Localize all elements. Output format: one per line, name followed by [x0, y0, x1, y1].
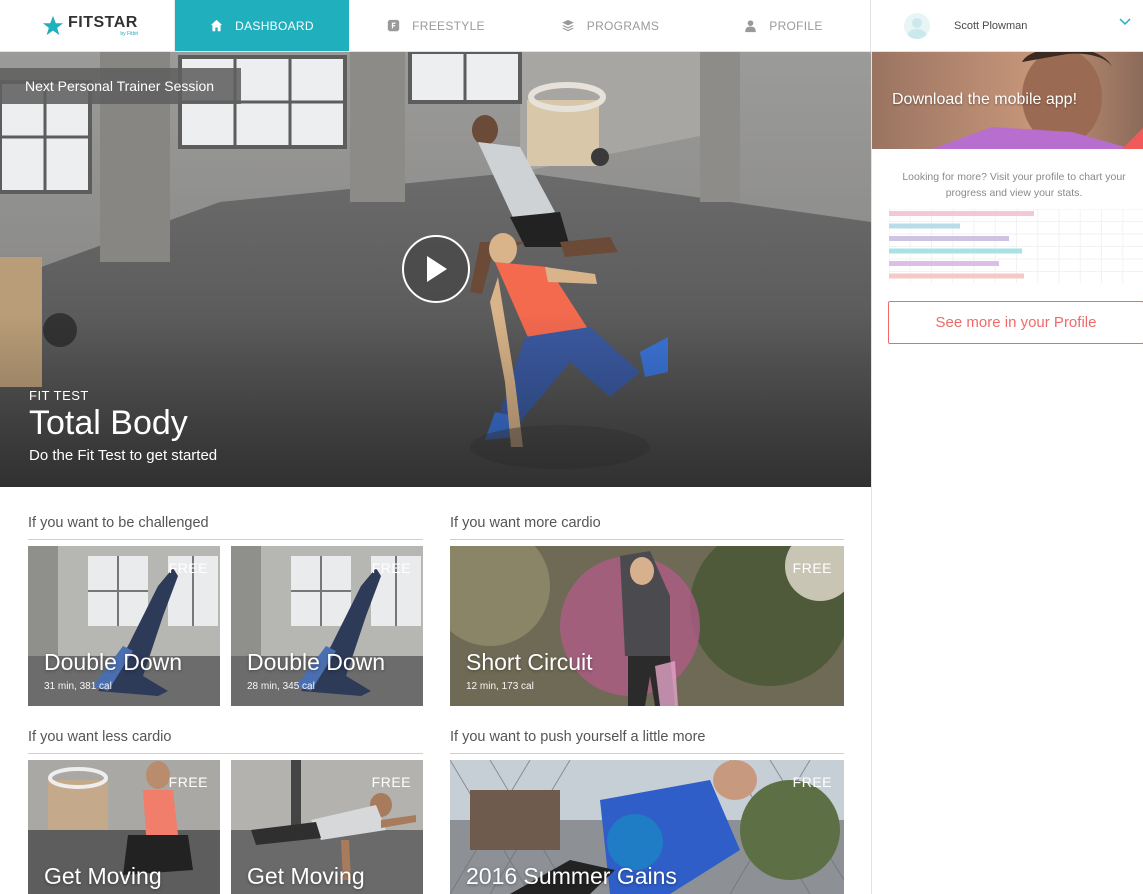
tab-dashboard[interactable]: DASHBOARD [175, 0, 349, 51]
workout-meta: 12 min, 173 cal [466, 681, 534, 692]
workout-card-summer-gains[interactable]: FREE 2016 Summer Gains [450, 760, 844, 894]
play-button[interactable] [402, 235, 470, 303]
tab-programs-label: PROGRAMS [586, 18, 660, 33]
free-badge: FREE [168, 560, 208, 576]
free-badge: FREE [371, 774, 411, 790]
section-divider [28, 753, 423, 754]
sidebar: Download the mobile app! Looking for mor… [871, 52, 1143, 894]
stats-bar [889, 261, 999, 266]
free-badge: FREE [168, 774, 208, 790]
freestyle-icon [387, 19, 400, 32]
workout-title: Double Down [247, 649, 386, 675]
see-more-profile-button[interactable]: See more in your Profile [888, 301, 1143, 344]
workout-meta: 28 min, 345 cal [247, 681, 315, 692]
workout-title: Short Circuit [466, 649, 593, 675]
brand-name: FITSTAR [68, 13, 138, 31]
tab-dashboard-label: DASHBOARD [235, 18, 314, 33]
section-title-push-more: If you want to push yourself a little mo… [450, 729, 706, 745]
fitstar-logo[interactable]: FITSTAR by Fitbit [0, 0, 175, 51]
tab-profile[interactable]: PROFILE [697, 0, 871, 51]
profile-hint-text: Looking for more? Visit your profile to … [902, 171, 1126, 199]
workout-meta: 31 min, 381 cal [44, 681, 112, 692]
tab-freestyle[interactable]: FREESTYLE [349, 0, 523, 51]
stats-bar [889, 223, 960, 229]
stats-bar [889, 211, 1034, 216]
section-title-more-cardio: If you want more cardio [450, 515, 601, 531]
workout-title: Get Moving [247, 863, 365, 889]
play-icon [427, 256, 447, 282]
workout-card-get-moving-2[interactable]: FREE Get Moving [231, 760, 423, 894]
home-icon [210, 19, 223, 32]
section-divider [28, 539, 423, 540]
star-logo-icon [42, 15, 64, 35]
workout-card-short-circuit[interactable]: FREE Short Circuit 12 min, 173 cal [450, 546, 844, 706]
free-badge: FREE [371, 560, 411, 576]
stats-bar [889, 248, 1022, 254]
section-divider [450, 539, 844, 540]
workout-title: Get Moving [44, 863, 162, 889]
stats-preview-chart [889, 209, 1143, 283]
tab-programs[interactable]: PROGRAMS [523, 0, 697, 51]
section-title-challenged: If you want to be challenged [28, 515, 209, 531]
section-divider [450, 753, 844, 754]
next-session-label[interactable]: Next Personal Trainer Session [0, 68, 241, 104]
brand-sub: by Fitbit [120, 30, 138, 37]
user-menu[interactable]: Scott Plowman [872, 0, 1143, 51]
stats-bar [889, 273, 1024, 279]
mobile-app-promo[interactable]: Download the mobile app! [872, 52, 1143, 149]
workout-title: 2016 Summer Gains [466, 863, 677, 889]
hero-eyebrow: FIT TEST [29, 388, 89, 403]
free-badge: FREE [792, 560, 832, 576]
tab-profile-label: PROFILE [769, 18, 823, 33]
chevron-down-icon[interactable] [1119, 18, 1131, 26]
hero-title: Total Body [29, 404, 188, 442]
workout-card-get-moving-1[interactable]: FREE Get Moving [28, 760, 220, 894]
person-icon [745, 19, 757, 32]
user-name: Scott Plowman [954, 19, 1028, 32]
promo-text: Download the mobile app! [892, 91, 1078, 108]
stats-bar [889, 236, 1009, 241]
person-icon [907, 17, 927, 39]
hero-banner[interactable]: Next Personal Trainer Session FIT TEST T… [0, 52, 871, 487]
tab-freestyle-label: FREESTYLE [412, 18, 485, 33]
layers-icon [562, 19, 574, 32]
free-badge: FREE [792, 774, 832, 790]
avatar[interactable] [904, 12, 930, 39]
hero-subtitle: Do the Fit Test to get started [29, 447, 218, 464]
workout-card-double-down-2[interactable]: FREE Double Down 28 min, 345 cal [231, 546, 423, 706]
workout-title: Double Down [44, 649, 183, 675]
section-title-less-cardio: If you want less cardio [28, 729, 172, 745]
top-nav: FITSTAR by Fitbit DASHBOARD FREESTYLE PR… [0, 0, 1143, 52]
workout-card-double-down-1[interactable]: FREE Double Down 31 min, 381 cal [28, 546, 220, 706]
